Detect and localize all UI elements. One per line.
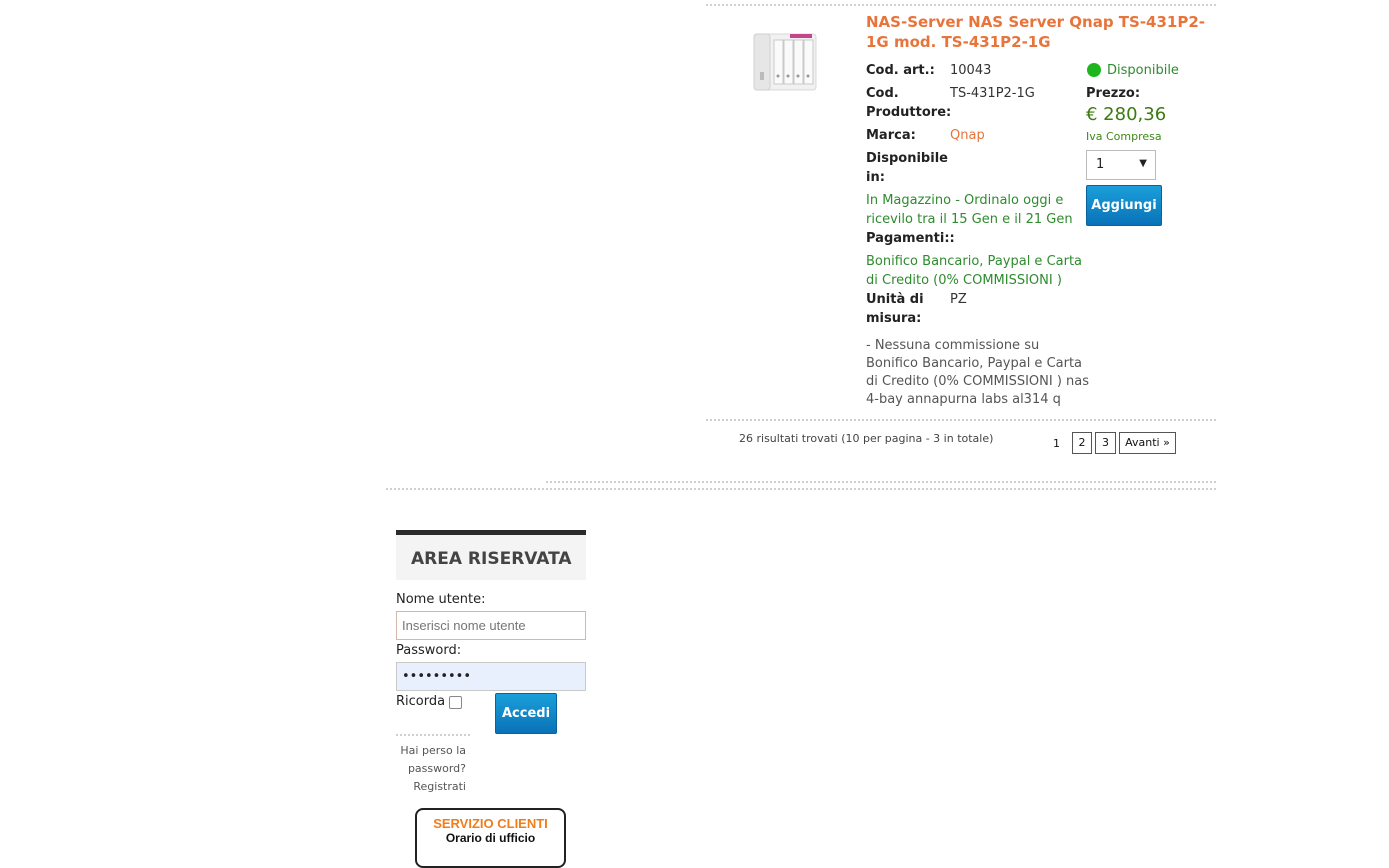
pagamenti-label: Pagamenti:: xyxy=(866,231,955,246)
register-link[interactable]: Registrati xyxy=(396,778,466,796)
price-value: € 280,36 xyxy=(1086,104,1167,125)
cod-produttore-value: TS-431P2-1G xyxy=(950,86,1035,101)
availability-status: Disponibile xyxy=(1107,63,1179,78)
forgot-password-link[interactable]: Hai perso la password? xyxy=(396,742,466,778)
vat-note: Iva Compresa xyxy=(1086,130,1162,143)
username-input[interactable] xyxy=(396,611,586,640)
cod-art-label: Cod. art.: xyxy=(866,63,935,78)
section-separator-2 xyxy=(386,488,1216,490)
add-to-cart-button[interactable]: Aggiungi xyxy=(1086,185,1162,226)
pagamenti-value: Bonifico Bancario, Paypal e Carta di Cre… xyxy=(866,254,1083,288)
username-label: Nome utente: xyxy=(396,592,486,607)
banner-subtitle: Orario di ufficio xyxy=(445,831,536,845)
price-label: Prezzo: xyxy=(1086,86,1141,101)
remember-label: Ricorda xyxy=(396,694,446,709)
nas-device-image xyxy=(753,33,817,91)
marca-link[interactable]: Qnap xyxy=(950,126,985,145)
cod-produttore-label: Cod. Produttore: xyxy=(866,86,952,120)
disponibile-in-label: Disponibile in: xyxy=(866,151,948,185)
product-description: - Nessuna commissione su Bonifico Bancar… xyxy=(866,338,1090,407)
delivery-info: In Magazzino - Ordinalo oggi e ricevilo … xyxy=(866,193,1073,227)
customer-service-banner[interactable]: SERVIZIO CLIENTI Orario di ufficio xyxy=(415,808,566,868)
login-submit-button[interactable]: Accedi xyxy=(495,693,557,734)
page-3-link[interactable]: 3 xyxy=(1095,432,1116,454)
quantity-select[interactable]: 1 ▼ xyxy=(1086,150,1156,180)
product-image[interactable] xyxy=(750,28,822,94)
page-1-current: 1 xyxy=(1053,437,1060,450)
section-separator-1 xyxy=(546,481,1216,483)
remember-checkbox[interactable] xyxy=(449,696,462,709)
cod-art-value: 10043 xyxy=(950,63,992,78)
login-heading: AREA RISERVATA xyxy=(411,549,572,569)
product-bottom-separator xyxy=(706,419,1216,421)
unita-misura-value: PZ xyxy=(950,292,967,307)
banner-title: SERVIZIO CLIENTI xyxy=(433,816,548,831)
password-input[interactable]: ••••••••• xyxy=(396,662,586,691)
unita-misura-label: Unità di misura: xyxy=(866,292,924,326)
results-summary: 26 risultati trovati (10 per pagina - 3 … xyxy=(739,432,994,445)
login-header: AREA RISERVATA xyxy=(396,530,586,580)
quantity-value: 1 xyxy=(1096,157,1105,172)
product-title[interactable]: NAS-Server NAS Server Qnap TS-431P2-1G m… xyxy=(866,12,1216,52)
login-links-separator xyxy=(396,734,470,736)
availability-dot-icon xyxy=(1087,63,1101,77)
marca-label: Marca: xyxy=(866,128,916,143)
password-label: Password: xyxy=(396,643,462,658)
chevron-down-icon: ▼ xyxy=(1139,158,1147,169)
next-page-link[interactable]: Avanti » xyxy=(1119,432,1176,454)
page-2-link[interactable]: 2 xyxy=(1072,432,1092,454)
top-separator xyxy=(706,4,1216,6)
